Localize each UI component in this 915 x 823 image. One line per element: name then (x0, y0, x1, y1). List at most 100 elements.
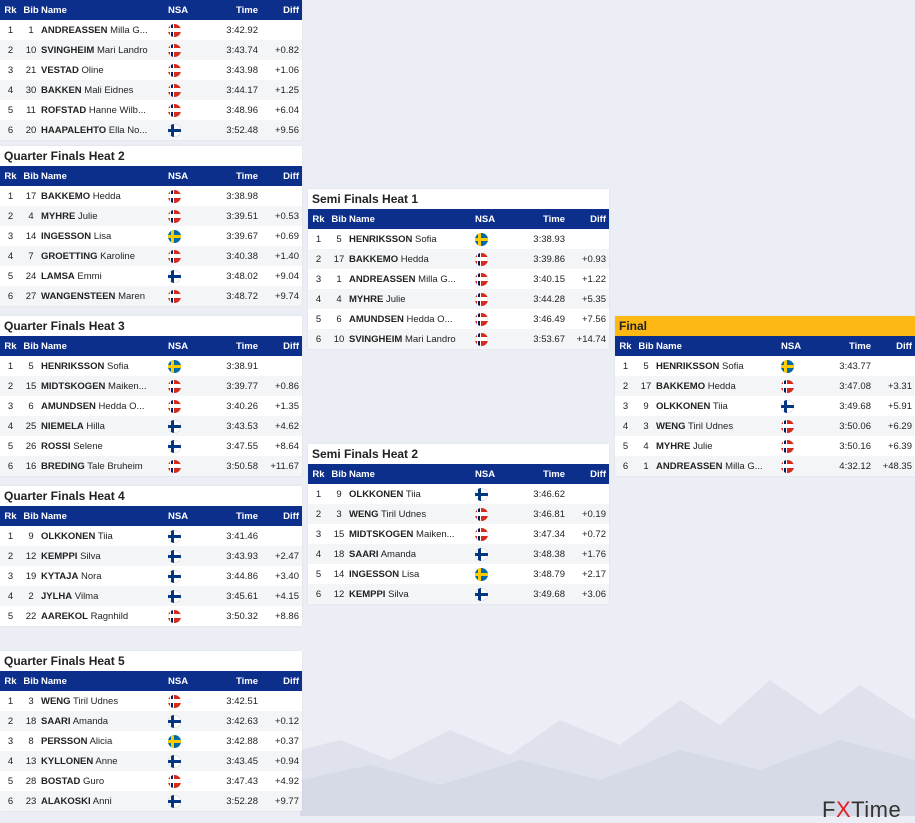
athlete-name[interactable]: VESTAD Oline (41, 60, 168, 80)
athlete-name[interactable]: PERSSON Alicia (41, 731, 168, 751)
table-row[interactable]: 1 17 BAKKEMO Hedda 3:38.98 (0, 186, 302, 206)
table-row[interactable]: 5 26 ROSSI Selene 3:47.55 +8.64 (0, 436, 302, 456)
table-row[interactable]: 1 5 HENRIKSSON Sofia 3:38.93 (308, 229, 609, 249)
table-row[interactable]: 1 5 HENRIKSSON Sofia 3:38.91 (0, 356, 302, 376)
table-row[interactable]: 3 21 VESTAD Oline 3:43.98 +1.06 (0, 60, 302, 80)
athlete-name[interactable]: WENG Tiril Udnes (349, 504, 475, 524)
athlete-name[interactable]: BOSTAD Guro (41, 771, 168, 791)
athlete-name[interactable]: INGESSON Lisa (41, 226, 168, 246)
table-row[interactable]: 4 30 BAKKEN Mali Eidnes 3:44.17 +1.25 (0, 80, 302, 100)
table-row[interactable]: 5 14 INGESSON Lisa 3:48.79 +2.17 (308, 564, 609, 584)
table-row[interactable]: 2 4 MYHRE Julie 3:39.51 +0.53 (0, 206, 302, 226)
athlete-first-name: Vilma (74, 590, 99, 602)
table-row[interactable]: 2 17 BAKKEMO Hedda 3:39.86 +0.93 (308, 249, 609, 269)
table-row[interactable]: 5 6 AMUNDSEN Hedda O... 3:46.49 +7.56 (308, 309, 609, 329)
athlete-name[interactable]: ROSSI Selene (41, 436, 168, 456)
table-row[interactable]: 6 27 WANGENSTEEN Maren 3:48.72 +9.74 (0, 286, 302, 306)
flag-fin-icon (168, 754, 181, 768)
athlete-name[interactable]: HAAPALEHTO Ella No... (41, 120, 168, 140)
table-row[interactable]: 6 20 HAAPALEHTO Ella No... 3:52.48 +9.56 (0, 120, 302, 140)
table-row[interactable]: 5 4 MYHRE Julie 3:50.16 +6.39 (615, 436, 915, 456)
table-row[interactable]: 6 12 KEMPPI Silva 3:49.68 +3.06 (308, 584, 609, 604)
table-row[interactable]: 5 11 ROFSTAD Hanne Wilb... 3:48.96 +6.04 (0, 100, 302, 120)
athlete-name[interactable]: BAKKEMO Hedda (656, 376, 781, 396)
table-row[interactable]: 1 3 WENG Tiril Udnes 3:42.51 (0, 691, 302, 711)
athlete-name[interactable]: AAREKOL Ragnhild (41, 606, 168, 626)
table-row[interactable]: 6 1 ANDREASSEN Milla G... 4:32.12 +48.35 (615, 456, 915, 476)
nsa-cell (475, 584, 509, 604)
table-row[interactable]: 2 10 SVINGHEIM Mari Landro 3:43.74 +0.82 (0, 40, 302, 60)
table-row[interactable]: 3 6 AMUNDSEN Hedda O... 3:40.26 +1.35 (0, 396, 302, 416)
athlete-name[interactable]: GROETTING Karoline (41, 246, 168, 266)
table-row[interactable]: 5 22 AAREKOL Ragnhild 3:50.32 +8.86 (0, 606, 302, 626)
table-row[interactable]: 1 5 HENRIKSSON Sofia 3:43.77 (615, 356, 915, 376)
athlete-name[interactable]: ROFSTAD Hanne Wilb... (41, 100, 168, 120)
table-row[interactable]: 2 17 BAKKEMO Hedda 3:47.08 +3.31 (615, 376, 915, 396)
table-row[interactable]: 4 7 GROETTING Karoline 3:40.38 +1.40 (0, 246, 302, 266)
table-row[interactable]: 4 25 NIEMELA Hilla 3:43.53 +4.62 (0, 416, 302, 436)
athlete-name[interactable]: ALAKOSKI Anni (41, 791, 168, 811)
rank-cell: 5 (0, 266, 21, 286)
athlete-name[interactable]: ANDREASSEN Milla G... (349, 269, 475, 289)
table-row[interactable]: 3 19 KYTAJA Nora 3:44.86 +3.40 (0, 566, 302, 586)
athlete-name[interactable]: SVINGHEIM Mari Landro (41, 40, 168, 60)
athlete-name[interactable]: KYLLONEN Anne (41, 751, 168, 771)
athlete-name[interactable]: MYHRE Julie (41, 206, 168, 226)
table-row[interactable]: 1 9 OLKKONEN Tiia 3:46.62 (308, 484, 609, 504)
athlete-name[interactable]: BAKKEN Mali Eidnes (41, 80, 168, 100)
athlete-name[interactable]: JYLHA Vilma (41, 586, 168, 606)
athlete-name[interactable]: KEMPPI Silva (349, 584, 475, 604)
athlete-name[interactable]: SVINGHEIM Mari Landro (349, 329, 475, 349)
table-row[interactable]: 6 10 SVINGHEIM Mari Landro 3:53.67 +14.74 (308, 329, 609, 349)
table-row[interactable]: 4 13 KYLLONEN Anne 3:43.45 +0.94 (0, 751, 302, 771)
table-row[interactable]: 4 18 SAARI Amanda 3:48.38 +1.76 (308, 544, 609, 564)
athlete-name[interactable]: OLKKONEN Tiia (656, 396, 781, 416)
athlete-name[interactable]: MIDTSKOGEN Maiken... (41, 376, 168, 396)
table-row[interactable]: 6 23 ALAKOSKI Anni 3:52.28 +9.77 (0, 791, 302, 811)
athlete-name[interactable]: BAKKEMO Hedda (349, 249, 475, 269)
table-row[interactable]: 6 16 BREDING Tale Bruheim 3:50.58 +11.67 (0, 456, 302, 476)
athlete-name[interactable]: HENRIKSSON Sofia (656, 356, 781, 376)
table-row[interactable]: 3 14 INGESSON Lisa 3:39.67 +0.69 (0, 226, 302, 246)
athlete-name[interactable]: AMUNDSEN Hedda O... (41, 396, 168, 416)
athlete-name[interactable]: LAMSA Emmi (41, 266, 168, 286)
athlete-name[interactable]: ANDREASSEN Milla G... (656, 456, 781, 476)
table-row[interactable]: 1 9 OLKKONEN Tiia 3:41.46 (0, 526, 302, 546)
athlete-name[interactable]: BAKKEMO Hedda (41, 186, 168, 206)
table-row[interactable]: 2 15 MIDTSKOGEN Maiken... 3:39.77 +0.86 (0, 376, 302, 396)
table-row[interactable]: 2 3 WENG Tiril Udnes 3:46.81 +0.19 (308, 504, 609, 524)
athlete-name[interactable]: WANGENSTEEN Maren (41, 286, 168, 306)
athlete-name[interactable]: ANDREASSEN Milla G... (41, 20, 168, 40)
table-row[interactable]: 4 4 MYHRE Julie 3:44.28 +5.35 (308, 289, 609, 309)
athlete-name[interactable]: MIDTSKOGEN Maiken... (349, 524, 475, 544)
athlete-name[interactable]: OLKKONEN Tiia (41, 526, 168, 546)
athlete-name[interactable]: SAARI Amanda (41, 711, 168, 731)
athlete-name[interactable]: INGESSON Lisa (349, 564, 475, 584)
table-row[interactable]: 2 12 KEMPPI Silva 3:43.93 +2.47 (0, 546, 302, 566)
athlete-name[interactable]: MYHRE Julie (349, 289, 475, 309)
athlete-name[interactable]: NIEMELA Hilla (41, 416, 168, 436)
athlete-name[interactable]: HENRIKSSON Sofia (349, 229, 475, 249)
athlete-name[interactable]: KYTAJA Nora (41, 566, 168, 586)
table-row[interactable]: 3 15 MIDTSKOGEN Maiken... 3:47.34 +0.72 (308, 524, 609, 544)
bib-cell: 4 (329, 289, 349, 309)
athlete-name[interactable]: SAARI Amanda (349, 544, 475, 564)
table-row[interactable]: 3 8 PERSSON Alicia 3:42.88 +0.37 (0, 731, 302, 751)
table-header-row: Rk Bib Name NSA Time Diff (0, 671, 302, 691)
table-row[interactable]: 3 1 ANDREASSEN Milla G... 3:40.15 +1.22 (308, 269, 609, 289)
table-row[interactable]: 5 24 LAMSA Emmi 3:48.02 +9.04 (0, 266, 302, 286)
table-row[interactable]: 1 1 ANDREASSEN Milla G... 3:42.92 (0, 20, 302, 40)
table-row[interactable]: 2 18 SAARI Amanda 3:42.63 +0.12 (0, 711, 302, 731)
athlete-name[interactable]: AMUNDSEN Hedda O... (349, 309, 475, 329)
athlete-name[interactable]: HENRIKSSON Sofia (41, 356, 168, 376)
athlete-name[interactable]: WENG Tiril Udnes (656, 416, 781, 436)
athlete-name[interactable]: KEMPPI Silva (41, 546, 168, 566)
table-row[interactable]: 3 9 OLKKONEN Tiia 3:49.68 +5.91 (615, 396, 915, 416)
table-row[interactable]: 4 2 JYLHA Vilma 3:45.61 +4.15 (0, 586, 302, 606)
athlete-name[interactable]: WENG Tiril Udnes (41, 691, 168, 711)
athlete-name[interactable]: BREDING Tale Bruheim (41, 456, 168, 476)
table-row[interactable]: 5 28 BOSTAD Guro 3:47.43 +4.92 (0, 771, 302, 791)
table-row[interactable]: 4 3 WENG Tiril Udnes 3:50.06 +6.29 (615, 416, 915, 436)
athlete-name[interactable]: MYHRE Julie (656, 436, 781, 456)
athlete-name[interactable]: OLKKONEN Tiia (349, 484, 475, 504)
